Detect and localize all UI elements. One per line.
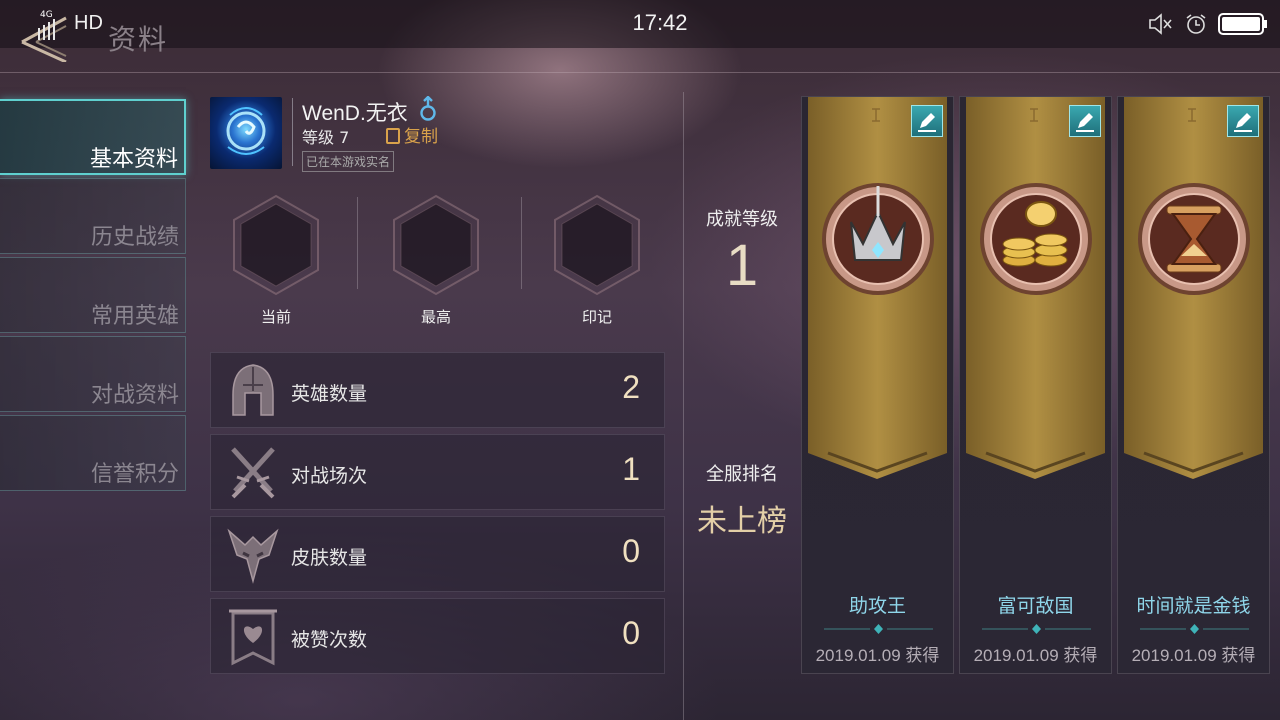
page-title: 资料 bbox=[108, 23, 169, 56]
copy-label: 复制 bbox=[404, 127, 438, 147]
stat-row-likes[interactable]: 被赞次数 0 bbox=[210, 598, 665, 674]
avatar[interactable] bbox=[210, 97, 282, 169]
rank-highest-label: 最高 bbox=[420, 308, 451, 326]
stat-label: 英雄数量 bbox=[291, 383, 368, 405]
stat-value: 2 bbox=[622, 369, 640, 405]
achievement-card[interactable]: 时间就是金钱 2019.01.09 获得 bbox=[1117, 96, 1270, 674]
achievement-level-label: 成就等级 bbox=[706, 209, 778, 230]
sidebar-item-battle-stats[interactable]: 对战资料 bbox=[0, 336, 186, 412]
stat-value: 0 bbox=[622, 615, 640, 651]
copy-icon bbox=[386, 128, 400, 144]
rank-current-icon[interactable] bbox=[226, 192, 326, 302]
edit-icon bbox=[1076, 113, 1094, 132]
server-rank-label: 全服排名 bbox=[706, 464, 778, 485]
achievement-card[interactable]: 富可敌国 2019.01.09 获得 bbox=[959, 96, 1112, 674]
rank-separator bbox=[357, 197, 358, 289]
achievement-date: 2019.01.09 获得 bbox=[1131, 646, 1256, 665]
header-divider bbox=[0, 72, 1280, 73]
rank-separator bbox=[521, 197, 522, 289]
mute-icon bbox=[1148, 12, 1174, 36]
rank-highest-icon[interactable] bbox=[386, 192, 486, 302]
stat-value: 1 bbox=[622, 451, 640, 487]
clock: 17:42 bbox=[632, 10, 688, 35]
crossed-swords-icon bbox=[225, 443, 281, 503]
avatar-divider bbox=[292, 98, 293, 166]
edit-button[interactable] bbox=[1227, 105, 1259, 137]
stat-label: 皮肤数量 bbox=[291, 547, 368, 569]
player-level: 等级 7 bbox=[302, 128, 350, 147]
copy-button[interactable]: 复制 bbox=[386, 122, 438, 147]
stat-row-battles[interactable]: 对战场次 1 bbox=[210, 434, 665, 510]
alarm-icon bbox=[1184, 12, 1208, 36]
edit-icon bbox=[918, 113, 936, 132]
achievement-level-value: 1 bbox=[725, 233, 759, 298]
stat-label: 被赞次数 bbox=[291, 629, 368, 651]
hourglass-medal-icon bbox=[1137, 182, 1251, 296]
achievement-date: 2019.01.09 获得 bbox=[973, 646, 1098, 665]
network-type: 4G bbox=[40, 10, 53, 20]
achievement-name: 时间就是金钱 bbox=[1136, 595, 1251, 617]
coins-medal-icon bbox=[979, 182, 1093, 296]
stat-label: 对战场次 bbox=[291, 465, 368, 487]
hd-indicator: HD bbox=[74, 12, 103, 34]
crown-medal-icon bbox=[821, 182, 935, 296]
battery-icon bbox=[1218, 13, 1268, 35]
achievement-date: 2019.01.09 获得 bbox=[815, 646, 940, 665]
rank-current-label: 当前 bbox=[260, 308, 291, 326]
divider-ornament bbox=[1140, 624, 1249, 634]
sidebar-item-basic-info[interactable]: 基本资料 bbox=[0, 99, 186, 175]
verified-badge: 已在本游戏实名 bbox=[302, 151, 395, 172]
heart-banner-icon bbox=[225, 607, 281, 667]
rank-mark-icon[interactable] bbox=[547, 192, 647, 302]
edit-button[interactable] bbox=[911, 105, 943, 137]
divider-ornament bbox=[824, 624, 933, 634]
edit-button[interactable] bbox=[1069, 105, 1101, 137]
male-icon bbox=[418, 95, 438, 122]
stat-row-skins[interactable]: 皮肤数量 0 bbox=[210, 516, 665, 592]
achievement-name: 助攻王 bbox=[848, 595, 906, 617]
edit-icon bbox=[1234, 113, 1252, 132]
divider-ornament bbox=[982, 624, 1091, 634]
column-divider bbox=[683, 92, 684, 720]
sidebar-item-credit-score[interactable]: 信誉积分 bbox=[0, 415, 186, 491]
sidebar-item-history[interactable]: 历史战绩 bbox=[0, 178, 186, 254]
rank-mark-label: 印记 bbox=[581, 308, 612, 326]
stat-row-heroes[interactable]: 英雄数量 2 bbox=[210, 352, 665, 428]
achievement-card[interactable]: 助攻王 2019.01.09 获得 bbox=[801, 96, 954, 674]
helmet-icon bbox=[225, 361, 281, 421]
dragon-mask-icon bbox=[225, 525, 281, 585]
sidebar-item-common-heroes[interactable]: 常用英雄 bbox=[0, 257, 186, 333]
achievement-name: 富可敌国 bbox=[997, 595, 1074, 617]
stat-value: 0 bbox=[622, 533, 640, 569]
server-rank-value: 未上榜 bbox=[697, 504, 787, 539]
